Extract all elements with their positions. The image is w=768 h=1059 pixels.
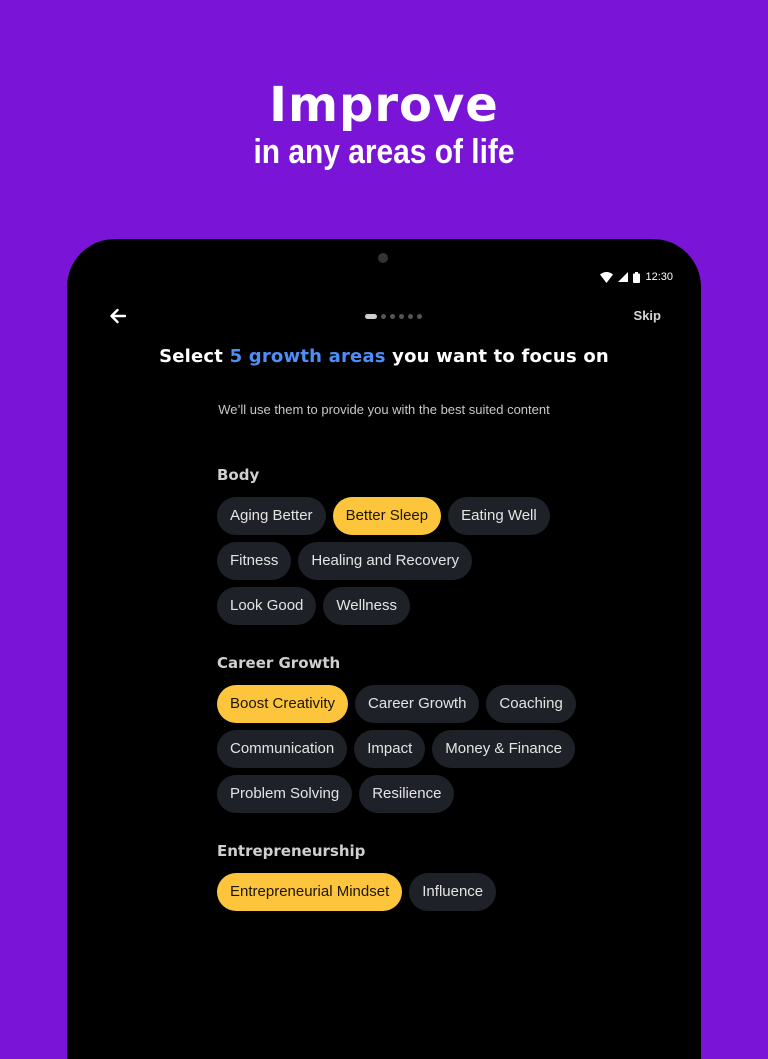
- chip[interactable]: Career Growth: [355, 685, 480, 723]
- section: Entrepreneurship Entrepreneurial Mindset I…: [217, 841, 577, 911]
- battery-icon: [633, 271, 641, 283]
- status-time: 12:30: [645, 271, 673, 283]
- tablet-screen: 12:30 Skip Select 5 growth areas you wan…: [67, 239, 701, 1059]
- promo-header: Improve in any areas of life: [0, 78, 768, 172]
- top-nav: Skip: [67, 305, 701, 329]
- chip[interactable]: Look Good: [217, 587, 317, 625]
- chip[interactable]: Coaching: [486, 685, 576, 723]
- section: Body Aging Better Better Sleep Eating Well F…: [217, 465, 577, 625]
- chip[interactable]: Money & Finance: [432, 730, 575, 768]
- title-accent: 5 growth areas: [229, 346, 386, 367]
- chip-group: Entrepreneurial Mindset Influence: [217, 873, 577, 911]
- page-dot-active: [365, 314, 377, 319]
- growth-area-sections: Body Aging Better Better Sleep Eating Well F…: [217, 465, 577, 939]
- front-camera: [378, 253, 388, 263]
- page-dot: [408, 314, 413, 319]
- title-prefix: Select: [159, 346, 230, 367]
- chip[interactable]: Communication: [217, 730, 348, 768]
- chip[interactable]: Impact: [354, 730, 426, 768]
- page-dot: [399, 314, 404, 319]
- chip[interactable]: Wellness: [323, 587, 410, 625]
- promo-subtitle: in any areas of life: [253, 133, 515, 171]
- page-dot: [390, 314, 395, 319]
- wifi-icon: [600, 271, 614, 283]
- status-bar: 12:30: [600, 271, 673, 283]
- chip[interactable]: Problem Solving: [217, 775, 353, 813]
- skip-button[interactable]: Skip: [634, 308, 661, 323]
- section-title: Body: [217, 466, 260, 484]
- chip[interactable]: Aging Better: [217, 497, 326, 535]
- section-title: Career Growth: [217, 654, 341, 672]
- chip[interactable]: Resilience: [359, 775, 455, 813]
- section: Career Growth Boost Creativity Career Grow…: [217, 653, 577, 813]
- chip[interactable]: Eating Well: [448, 497, 550, 535]
- chip[interactable]: Healing and Recovery: [298, 542, 472, 580]
- page-title: Select 5 growth areas you want to focus …: [67, 345, 701, 369]
- chip[interactable]: Influence: [409, 873, 497, 911]
- page-dot: [381, 314, 386, 319]
- signal-icon: [618, 272, 629, 282]
- chip-selected[interactable]: Boost Creativity: [217, 685, 349, 723]
- section-title: Entrepreneurship: [217, 842, 366, 860]
- chip-selected[interactable]: Entrepreneurial Mindset: [217, 873, 403, 911]
- chip-selected[interactable]: Better Sleep: [332, 497, 442, 535]
- chip-group: Boost Creativity Career Growth Coaching Com…: [217, 685, 577, 813]
- page-subtitle: We’ll use them to provide you with the b…: [218, 402, 550, 417]
- title-suffix: you want to focus on: [385, 346, 609, 367]
- page-indicator: [365, 314, 422, 319]
- page-dot: [417, 314, 422, 319]
- chip-group: Aging Better Better Sleep Eating Well Fitne…: [217, 497, 577, 625]
- chip[interactable]: Fitness: [217, 542, 292, 580]
- arrow-left-icon[interactable]: [107, 305, 129, 327]
- promo-title: Improve: [269, 77, 499, 133]
